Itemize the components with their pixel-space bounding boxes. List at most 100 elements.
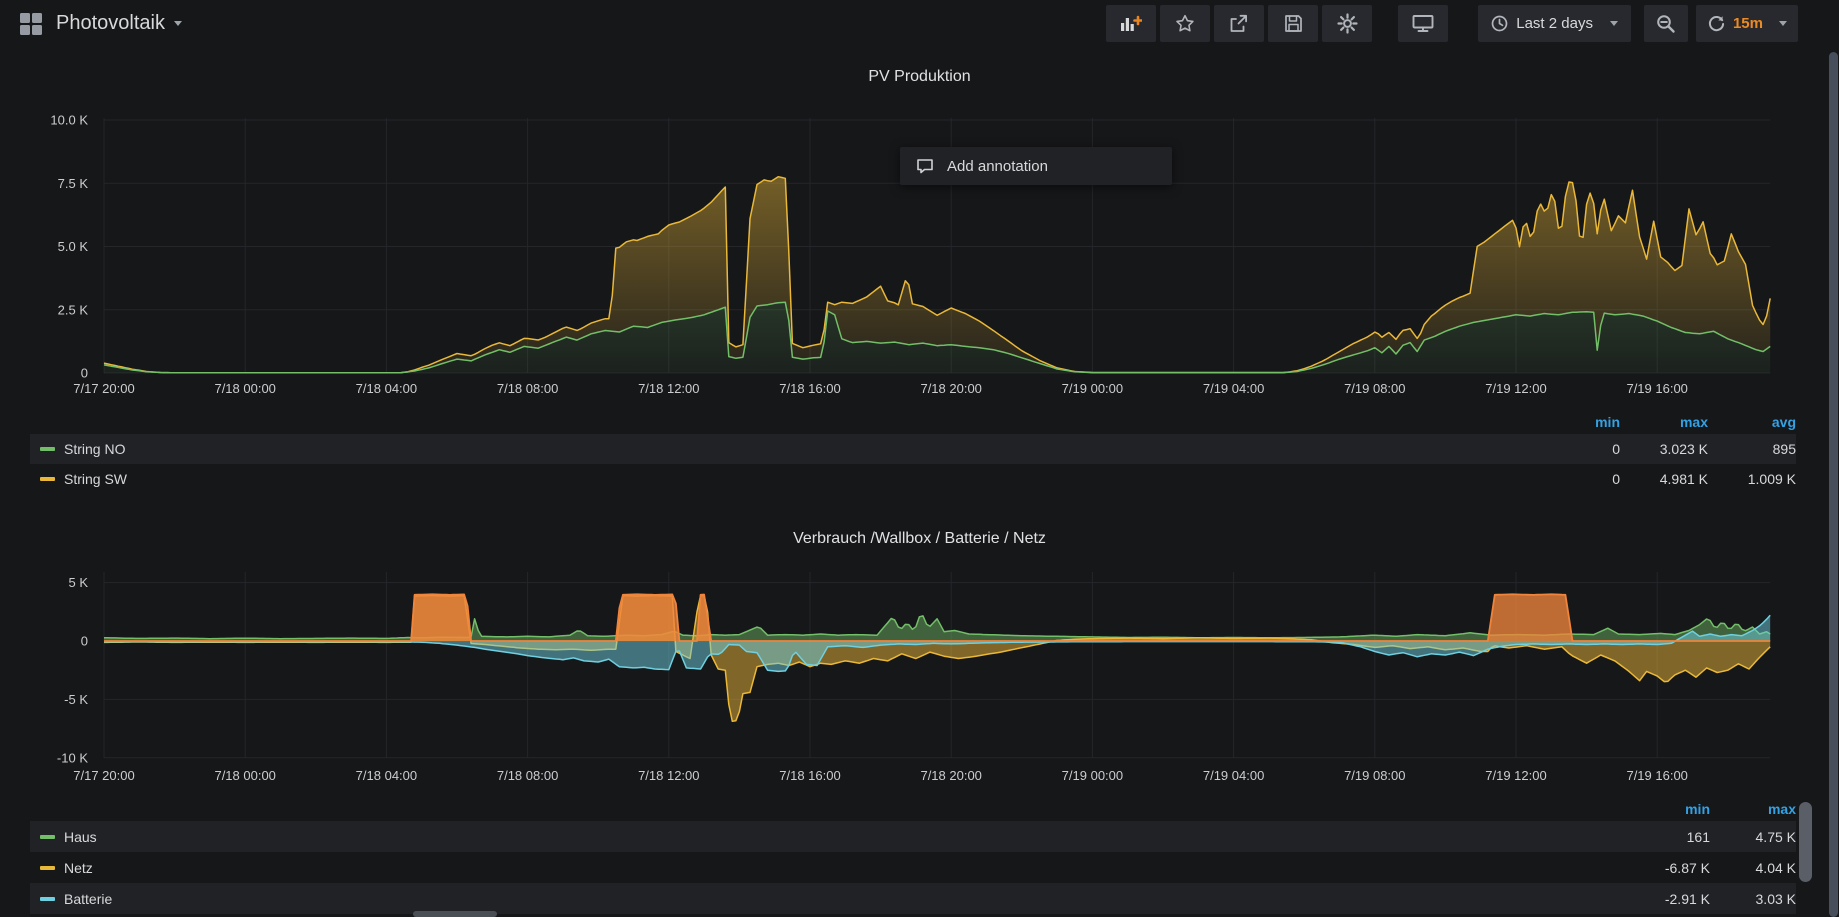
series-label[interactable]: Haus xyxy=(64,829,97,845)
monitor-icon xyxy=(1412,14,1434,33)
share-icon xyxy=(1229,14,1249,33)
legend-header-max[interactable]: max xyxy=(1710,801,1796,817)
time-range-label: Last 2 days xyxy=(1516,15,1593,32)
legend-max-value: 3.023 K xyxy=(1620,441,1708,457)
svg-text:7.5 K: 7.5 K xyxy=(58,176,89,191)
series-label[interactable]: Netz xyxy=(64,860,93,876)
svg-text:0: 0 xyxy=(81,634,88,649)
comment-bubble-icon xyxy=(916,158,934,175)
svg-text:7/19 00:00: 7/19 00:00 xyxy=(1062,768,1123,783)
svg-text:7/18 12:00: 7/18 12:00 xyxy=(638,768,699,783)
star-button[interactable] xyxy=(1160,5,1210,42)
time-range-picker[interactable]: Last 2 days xyxy=(1478,5,1631,42)
horizontal-scrollbar-thumb[interactable] xyxy=(413,911,497,917)
svg-text:7/18 04:00: 7/18 04:00 xyxy=(356,768,417,783)
caret-down-icon xyxy=(1610,21,1618,26)
legend-min-value: 161 xyxy=(1624,829,1710,845)
legend-row-netz[interactable]: Netz -6.87 K 4.04 K xyxy=(30,852,1796,883)
svg-text:7/18 08:00: 7/18 08:00 xyxy=(497,768,558,783)
legend-avg-value: 895 xyxy=(1708,441,1796,457)
legend-row-string-sw[interactable]: String SW 0 4.981 K 1.009 K xyxy=(30,464,1796,494)
pv-produktion-chart[interactable]: 10.0 K 7.5 K 5.0 K 2.5 K 07/17 20:00 7/18 00:… xyxy=(0,90,1839,410)
zoom-out-button[interactable] xyxy=(1644,5,1688,42)
svg-text:0: 0 xyxy=(81,366,88,381)
legend-header-min[interactable]: min xyxy=(1532,414,1620,430)
legend-min-value: -6.87 K xyxy=(1624,860,1710,876)
legend-max-value: 4.04 K xyxy=(1710,860,1796,876)
legend-header-min[interactable]: min xyxy=(1624,801,1710,817)
legend-row-batterie[interactable]: Batterie -2.91 K 3.03 K xyxy=(30,883,1796,914)
cycle-view-button[interactable] xyxy=(1398,5,1448,42)
apps-grid-icon xyxy=(18,12,44,36)
legend-min-value: 0 xyxy=(1532,471,1620,487)
legend-row-string-no[interactable]: String NO 0 3.023 K 895 xyxy=(30,434,1796,464)
svg-text:5 K: 5 K xyxy=(68,575,88,590)
settings-button[interactable] xyxy=(1322,5,1372,42)
zoom-out-icon xyxy=(1656,14,1676,34)
svg-text:2.5 K: 2.5 K xyxy=(58,302,89,317)
svg-text:7/19 12:00: 7/19 12:00 xyxy=(1485,768,1546,783)
legend-header-row: min max xyxy=(30,797,1796,821)
svg-text:5.0 K: 5.0 K xyxy=(58,239,89,254)
refresh-button[interactable]: 15m xyxy=(1696,5,1798,42)
bar-chart-plus-icon xyxy=(1120,14,1142,33)
legend-pv-produktion: min max avg String NO 0 3.023 K 895 Stri… xyxy=(30,410,1796,494)
legend-verbrauch: min max Haus 161 4.75 K Netz -6.87 K 4.0… xyxy=(30,797,1796,914)
series-label[interactable]: String SW xyxy=(64,471,127,487)
share-button[interactable] xyxy=(1214,5,1264,42)
add-panel-button[interactable] xyxy=(1106,5,1156,42)
series-color-swatch xyxy=(40,866,55,870)
svg-text:7/18 20:00: 7/18 20:00 xyxy=(920,381,981,396)
svg-text:7/18 16:00: 7/18 16:00 xyxy=(779,381,840,396)
svg-text:7/19 16:00: 7/19 16:00 xyxy=(1626,768,1687,783)
dashboard-title-dropdown[interactable]: Photovoltaik xyxy=(18,5,182,42)
svg-text:7/19 16:00: 7/19 16:00 xyxy=(1626,381,1687,396)
star-icon xyxy=(1175,14,1195,33)
gear-icon xyxy=(1337,13,1358,34)
svg-text:7/19 08:00: 7/19 08:00 xyxy=(1344,381,1405,396)
svg-text:7/19 04:00: 7/19 04:00 xyxy=(1203,768,1264,783)
verbrauch-chart[interactable]: 5 K0-5 K-10 K7/17 20:007/18 00:007/18 04… xyxy=(0,558,1839,793)
panel-title-pv-produktion[interactable]: PV Produktion xyxy=(0,68,1839,86)
svg-text:7/18 00:00: 7/18 00:00 xyxy=(214,381,275,396)
legend-max-value: 3.03 K xyxy=(1710,891,1796,907)
svg-text:7/19 00:00: 7/19 00:00 xyxy=(1062,381,1123,396)
legend-max-value: 4.981 K xyxy=(1620,471,1708,487)
legend-min-value: -2.91 K xyxy=(1624,891,1710,907)
series-label[interactable]: Batterie xyxy=(64,891,112,907)
svg-text:7/18 00:00: 7/18 00:00 xyxy=(214,768,275,783)
add-annotation-label: Add annotation xyxy=(947,158,1048,175)
dashboard-title: Photovoltaik xyxy=(56,12,165,35)
toolbar: Last 2 days 15m xyxy=(1106,5,1798,42)
legend-header-max[interactable]: max xyxy=(1620,414,1708,430)
svg-text:10.0 K: 10.0 K xyxy=(50,113,88,128)
legend-header-avg[interactable]: avg xyxy=(1708,414,1796,430)
svg-text:-5 K: -5 K xyxy=(64,692,88,707)
save-button[interactable] xyxy=(1268,5,1318,42)
svg-text:7/18 20:00: 7/18 20:00 xyxy=(920,768,981,783)
series-color-swatch xyxy=(40,835,55,839)
save-icon xyxy=(1284,14,1303,33)
svg-text:7/18 16:00: 7/18 16:00 xyxy=(779,768,840,783)
svg-text:7/17 20:00: 7/17 20:00 xyxy=(73,768,134,783)
legend-avg-value: 1.009 K xyxy=(1708,471,1796,487)
page-scrollbar-thumb[interactable] xyxy=(1829,52,1838,917)
series-color-swatch xyxy=(40,447,55,451)
svg-text:7/19 08:00: 7/19 08:00 xyxy=(1344,768,1405,783)
legend-scrollbar-thumb[interactable] xyxy=(1799,802,1812,882)
legend-row-haus[interactable]: Haus 161 4.75 K xyxy=(30,821,1796,852)
svg-text:7/18 08:00: 7/18 08:00 xyxy=(497,381,558,396)
refresh-icon xyxy=(1707,15,1726,33)
series-color-swatch xyxy=(40,477,55,481)
series-label[interactable]: String NO xyxy=(64,441,125,457)
panel-title-verbrauch[interactable]: Verbrauch /Wallbox / Batterie / Netz xyxy=(0,530,1839,548)
svg-text:7/18 12:00: 7/18 12:00 xyxy=(638,381,699,396)
svg-text:7/19 04:00: 7/19 04:00 xyxy=(1203,381,1264,396)
add-annotation-menu-item[interactable]: Add annotation xyxy=(900,147,1172,185)
caret-down-icon xyxy=(1779,21,1787,26)
clock-icon xyxy=(1491,15,1508,32)
legend-min-value: 0 xyxy=(1532,441,1620,457)
series-color-swatch xyxy=(40,897,55,901)
caret-down-icon xyxy=(174,21,182,26)
svg-text:7/17 20:00: 7/17 20:00 xyxy=(73,381,134,396)
